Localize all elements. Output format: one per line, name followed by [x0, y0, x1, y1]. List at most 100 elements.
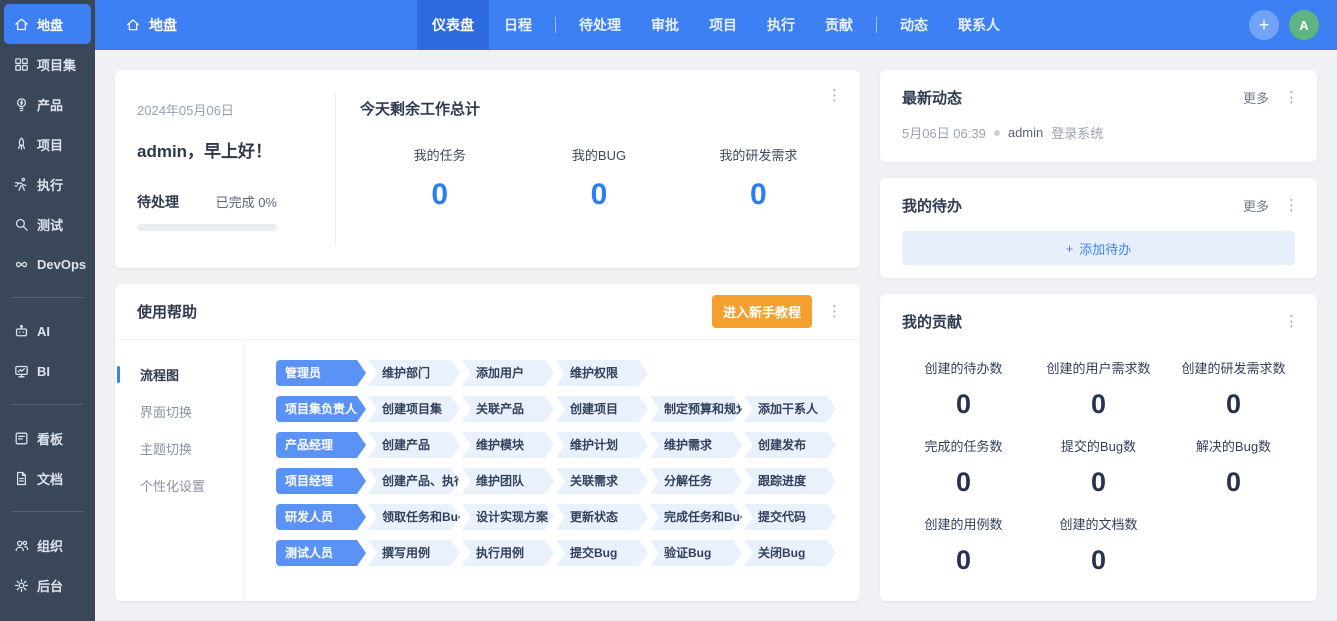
step-chip[interactable]: 关联产品 — [462, 396, 554, 422]
tab-execution[interactable]: 执行 — [752, 0, 810, 50]
step-chip[interactable]: 制定预算和规划 — [650, 396, 742, 422]
stat-label: 我的任务 — [360, 145, 519, 164]
sidebar-item-product[interactable]: 产品 — [4, 84, 91, 124]
sidebar-item-home[interactable]: 地盘 — [4, 4, 91, 44]
sidebar: 地盘项目集产品项目执行测试 DevOps AIBI 看板文档组织后台 — [0, 0, 95, 621]
topbar: 地盘 仪表盘日程待处理审批项目执行贡献动态联系人 + A — [95, 0, 1337, 50]
step-chip[interactable]: 添加用户 — [462, 360, 554, 386]
step-chip[interactable]: 创建项目集 — [368, 396, 460, 422]
sidebar-item-org[interactable]: 组织 — [4, 525, 91, 565]
help-tab-theme-switch[interactable]: 主题切换 — [115, 430, 243, 467]
tutorial-button[interactable]: 进入新手教程 — [712, 295, 812, 328]
role-chip: 项目集负责人 — [276, 396, 366, 422]
activity-action: 登录系统 — [1051, 123, 1103, 142]
step-chip[interactable]: 创建项目 — [556, 396, 648, 422]
workflow-row: 研发人员领取任务和Bug设计实现方案更新状态完成任务和Bug提交代码 — [276, 504, 860, 530]
stat-label: 创建的研发需求数 — [1166, 358, 1301, 377]
activity-user[interactable]: admin — [1008, 125, 1043, 140]
sidebar-item-label: 测试 — [37, 215, 63, 234]
sidebar-item-ai[interactable]: AI — [4, 311, 91, 351]
step-chip[interactable]: 提交Bug — [556, 540, 648, 566]
step-chip[interactable]: 撰写用例 — [368, 540, 460, 566]
progress-bar — [137, 224, 277, 231]
kebab-menu-icon[interactable]: ⋮ — [1284, 314, 1299, 329]
topbar-brand[interactable]: 地盘 — [125, 0, 177, 50]
step-chip[interactable]: 设计实现方案 — [462, 504, 554, 530]
sidebar-item-admin[interactable]: 后台 — [4, 565, 91, 605]
help-tab-personalize[interactable]: 个性化设置 — [115, 467, 243, 504]
contribution-stats: 创建的待办数0创建的用户需求数0创建的研发需求数0完成的任务数0提交的Bug数0… — [880, 332, 1317, 576]
tab-review[interactable]: 审批 — [636, 0, 694, 50]
sidebar-item-label: 后台 — [37, 576, 63, 595]
sidebar-item-qa[interactable]: 测试 — [4, 204, 91, 244]
activity-more-link[interactable]: 更多 — [1243, 88, 1269, 107]
step-chip[interactable]: 创建产品 — [368, 432, 460, 458]
step-chip[interactable]: 维护权限 — [556, 360, 648, 386]
sidebar-item-program[interactable]: 项目集 — [4, 44, 91, 84]
kebab-menu-icon[interactable]: ⋮ — [827, 304, 842, 319]
sidebar-item-execution[interactable]: 执行 — [4, 164, 91, 204]
pending-row: 待处理 已完成 0% — [137, 192, 277, 212]
step-chip[interactable]: 完成任务和Bug — [650, 504, 742, 530]
kebab-menu-icon[interactable]: ⋮ — [1284, 90, 1299, 105]
tab-todo[interactable]: 待处理 — [564, 0, 636, 50]
role-chip: 管理员 — [276, 360, 366, 386]
step-chip[interactable]: 维护团队 — [462, 468, 554, 494]
step-chip[interactable]: 领取任务和Bug — [368, 504, 460, 530]
add-todo-button[interactable]: + 添加待办 — [902, 231, 1295, 265]
tab-dashboard[interactable]: 仪表盘 — [417, 0, 489, 50]
help-tab-ui-switch[interactable]: 界面切换 — [115, 393, 243, 430]
step-chip[interactable]: 分解任务 — [650, 468, 742, 494]
create-button[interactable]: + — [1249, 10, 1279, 40]
sidebar-item-project[interactable]: 项目 — [4, 124, 91, 164]
bullet-dot-icon — [994, 130, 1000, 136]
step-chip[interactable]: 维护计划 — [556, 432, 648, 458]
step-chip[interactable]: 关联需求 — [556, 468, 648, 494]
app-window: 地盘项目集产品项目执行测试DevOpsAIBI看板文档组织后台 地盘 仪表盘日程… — [0, 0, 1337, 621]
step-chip[interactable]: 关闭Bug — [744, 540, 836, 566]
step-chip[interactable]: 维护部门 — [368, 360, 460, 386]
avatar[interactable]: A — [1289, 10, 1319, 40]
step-chip[interactable]: 维护需求 — [650, 432, 742, 458]
help-card: 使用帮助 进入新手教程 ⋮ 流程图界面切换主题切换个性化设置 管理员维护部门添加… — [115, 284, 860, 601]
help-card-header: 使用帮助 进入新手教程 ⋮ — [115, 284, 860, 339]
step-chip[interactable]: 创建产品、执行 — [368, 468, 460, 494]
sidebar-item-kanban[interactable]: 看板 — [4, 418, 91, 458]
infinity-icon — [13, 256, 30, 273]
step-chip[interactable]: 跟踪进度 — [744, 468, 836, 494]
step-chip[interactable]: 验证Bug — [650, 540, 742, 566]
contribution-card-header: 我的贡献 ⋮ — [880, 294, 1317, 332]
home-icon — [13, 16, 30, 33]
tab-calendar[interactable]: 日程 — [489, 0, 547, 50]
step-chip[interactable]: 执行用例 — [462, 540, 554, 566]
plus-icon: + — [1259, 15, 1270, 36]
todo-more-link[interactable]: 更多 — [1243, 196, 1269, 215]
step-chip[interactable]: 创建发布 — [744, 432, 836, 458]
contribution-stat: 创建的用例数0 — [896, 498, 1031, 576]
contribution-card: 我的贡献 ⋮ 创建的待办数0创建的用户需求数0创建的研发需求数0完成的任务数0提… — [880, 294, 1317, 601]
tab-contribute[interactable]: 贡献 — [810, 0, 868, 50]
sidebar-item-label: 项目 — [37, 135, 63, 154]
role-chip: 研发人员 — [276, 504, 366, 530]
step-chip[interactable]: 维护模块 — [462, 432, 554, 458]
step-chip[interactable]: 添加干系人 — [744, 396, 836, 422]
stat-value: 0 — [1031, 545, 1166, 576]
workflow-row: 测试人员撰写用例执行用例提交Bug验证Bug关闭Bug — [276, 540, 860, 566]
role-chip: 产品经理 — [276, 432, 366, 458]
tab-dynamic[interactable]: 动态 — [885, 0, 943, 50]
work-summary-title: 今天剩余工作总计 — [360, 98, 838, 119]
todo-card: 我的待办 更多 ⋮ + 添加待办 — [880, 178, 1317, 278]
tab-project[interactable]: 项目 — [694, 0, 752, 50]
workflow-row: 项目经理创建产品、执行维护团队关联需求分解任务跟踪进度 — [276, 468, 860, 494]
sidebar-item-devops[interactable]: DevOps — [4, 244, 91, 284]
step-chip[interactable]: 提交代码 — [744, 504, 836, 530]
kebab-menu-icon[interactable]: ⋮ — [1284, 198, 1299, 213]
sidebar-item-doc[interactable]: 文档 — [4, 458, 91, 498]
tab-contacts[interactable]: 联系人 — [943, 0, 1015, 50]
bulb-icon — [13, 96, 30, 113]
sidebar-item-bi[interactable]: BI — [4, 351, 91, 391]
help-card-title: 使用帮助 — [137, 301, 712, 322]
help-tab-flowchart[interactable]: 流程图 — [115, 356, 243, 393]
kebab-menu-icon[interactable]: ⋮ — [827, 88, 842, 103]
step-chip[interactable]: 更新状态 — [556, 504, 648, 530]
